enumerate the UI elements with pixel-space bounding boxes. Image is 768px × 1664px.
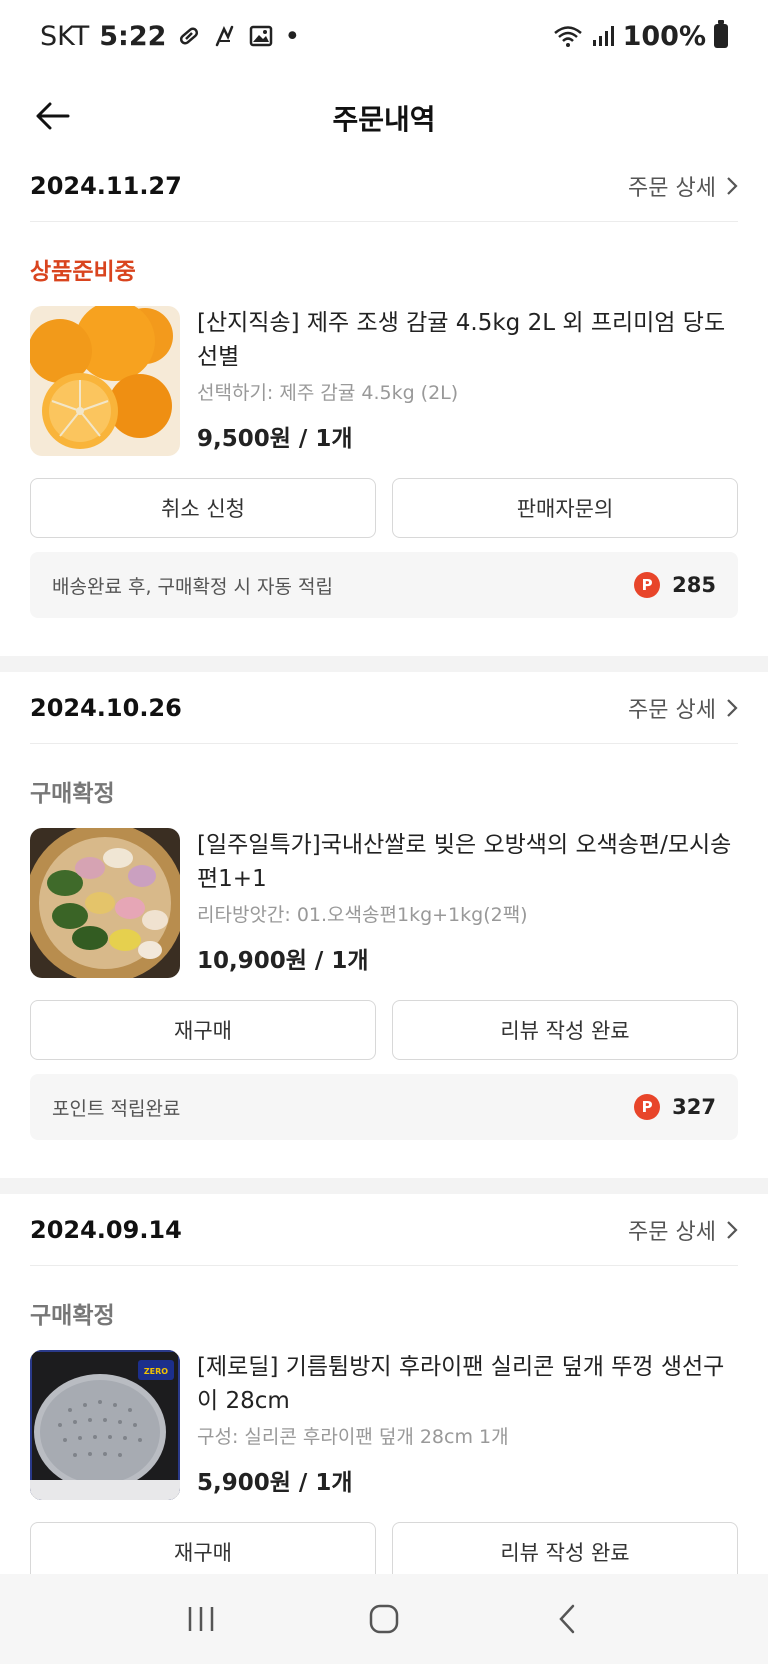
product-option: 선택하기: 제주 감귤 4.5kg (2L) bbox=[197, 382, 459, 404]
home-icon bbox=[369, 1604, 399, 1634]
order-header: 2024.11.27 주문 상세 bbox=[30, 150, 738, 222]
back-button[interactable] bbox=[30, 94, 74, 138]
section-divider bbox=[0, 656, 768, 672]
order-card: 2024.09.14 주문 상세 구매확정 ZERO [제로딜] 기름튐방지 후… bbox=[0, 1194, 768, 1582]
home-button[interactable] bbox=[354, 1589, 414, 1649]
order-card: 2024.11.27 주문 상세 상품준비중 [산지직송] 제주 조생 감귤 4… bbox=[0, 150, 768, 656]
product-option: 구성: 실리콘 후라이팬 덮개 28cm 1개 bbox=[197, 1426, 509, 1448]
tangerine-image bbox=[30, 306, 180, 456]
order-date: 2024.10.26 bbox=[30, 693, 182, 722]
status-right: 100% bbox=[553, 20, 728, 52]
product-option: 리타방앗간: 01.오색송편1kg+1kg(2팩) bbox=[197, 904, 528, 926]
order-list: 2024.11.27 주문 상세 상품준비중 [산지직송] 제주 조생 감귤 4… bbox=[0, 150, 768, 1582]
order-status: 상품준비중 bbox=[30, 259, 136, 285]
back-icon bbox=[558, 1604, 574, 1634]
product-thumbnail-tangerine[interactable] bbox=[30, 306, 180, 456]
status-left: SKT 5:22 • bbox=[40, 21, 300, 52]
image-icon bbox=[250, 25, 273, 47]
order-date: 2024.09.14 bbox=[30, 1215, 182, 1244]
product-thumbnail-pan-cover[interactable]: ZERO bbox=[30, 1350, 180, 1500]
wifi-icon bbox=[553, 26, 582, 47]
chevron-right-icon bbox=[727, 1220, 738, 1239]
product-thumbnail-songpyeon[interactable] bbox=[30, 828, 180, 978]
points-info: 포인트 적립완료 P 327 bbox=[30, 1074, 738, 1140]
battery-percent: 100% bbox=[622, 20, 706, 52]
order-date: 2024.11.27 bbox=[30, 171, 182, 200]
order-actions: 취소 신청 판매자문의 bbox=[30, 478, 738, 538]
point-badge-icon: P bbox=[634, 572, 661, 598]
points-text: 배송완료 후, 구매확정 시 자동 적립 bbox=[52, 575, 333, 598]
product-info: [제로딜] 기름튐방지 후라이팬 실리콘 덮개 뚜껑 생선구이 28cm 구성:… bbox=[197, 1350, 738, 1500]
order-header: 2024.09.14 주문 상세 bbox=[30, 1194, 738, 1266]
order-status: 구매확정 bbox=[30, 1303, 115, 1329]
order-actions: 재구매 리뷰 작성 완료 bbox=[30, 1000, 738, 1060]
seller-inquiry-button[interactable]: 판매자문의 bbox=[392, 478, 738, 538]
order-detail-link[interactable]: 주문 상세 bbox=[628, 1214, 738, 1246]
status-bar: SKT 5:22 • 100% bbox=[0, 0, 768, 72]
points-amount: P 327 bbox=[634, 1094, 716, 1120]
carrier-label: SKT bbox=[40, 20, 90, 52]
review-done-button[interactable]: 리뷰 작성 완료 bbox=[392, 1000, 738, 1060]
points-text: 포인트 적립완료 bbox=[52, 1097, 181, 1120]
section-divider bbox=[0, 1178, 768, 1194]
songpyeon-image bbox=[30, 828, 180, 978]
points-value: 285 bbox=[672, 573, 716, 597]
order-actions: 재구매 리뷰 작성 완료 bbox=[30, 1522, 738, 1582]
order-detail-link[interactable]: 주문 상세 bbox=[628, 170, 738, 202]
product-info: [산지직송] 제주 조생 감귤 4.5kg 2L 외 프리미엄 당도 선별 선택… bbox=[197, 306, 738, 456]
product-name[interactable]: [산지직송] 제주 조생 감귤 4.5kg 2L 외 프리미엄 당도 선별 bbox=[197, 306, 738, 374]
order-detail-label: 주문 상세 bbox=[628, 697, 716, 723]
product-name[interactable]: [제로딜] 기름튐방지 후라이팬 실리콘 덮개 뚜껑 생선구이 28cm bbox=[197, 1350, 738, 1418]
system-nav-bar bbox=[0, 1574, 768, 1664]
product-price: 5,900원 / 1개 bbox=[197, 1470, 353, 1496]
order-detail-link[interactable]: 주문 상세 bbox=[628, 692, 738, 724]
point-badge-icon: P bbox=[634, 1094, 661, 1120]
recent-apps-icon bbox=[189, 1607, 214, 1631]
recent-apps-button[interactable] bbox=[171, 1589, 231, 1649]
points-amount: P 285 bbox=[634, 572, 716, 598]
reorder-button[interactable]: 재구매 bbox=[30, 1522, 376, 1582]
product-row[interactable]: ZERO [제로딜] 기름튐방지 후라이팬 실리콘 덮개 뚜껑 생선구이 28c… bbox=[30, 1350, 738, 1500]
page-title: 주문내역 bbox=[332, 103, 436, 136]
points-info: 배송완료 후, 구매확정 시 자동 적립 P 285 bbox=[30, 552, 738, 618]
battery-icon bbox=[714, 20, 728, 48]
order-status: 구매확정 bbox=[30, 781, 115, 807]
points-value: 327 bbox=[672, 1095, 716, 1119]
order-card: 2024.10.26 주문 상세 구매확정 [일주일특가]국내산쌀로 빚은 오방… bbox=[0, 672, 768, 1178]
product-price: 10,900원 / 1개 bbox=[197, 948, 369, 974]
clock: 5:22 bbox=[99, 20, 167, 52]
cancel-request-button[interactable]: 취소 신청 bbox=[30, 478, 376, 538]
product-row[interactable]: [산지직송] 제주 조생 감귤 4.5kg 2L 외 프리미엄 당도 선별 선택… bbox=[30, 306, 738, 456]
pill-icon bbox=[180, 27, 199, 45]
chevron-right-icon bbox=[727, 698, 738, 717]
product-info: [일주일특가]국내산쌀로 빚은 오방색의 오색송편/모시송편1+1 리타방앗간:… bbox=[197, 828, 738, 978]
signal-icon bbox=[592, 26, 614, 46]
product-row[interactable]: [일주일특가]국내산쌀로 빚은 오방색의 오색송편/모시송편1+1 리타방앗간:… bbox=[30, 828, 738, 978]
svg-text:ZERO: ZERO bbox=[144, 1367, 168, 1376]
gesture-icon bbox=[216, 25, 234, 47]
product-price: 9,500원 / 1개 bbox=[197, 426, 353, 452]
product-name[interactable]: [일주일특가]국내산쌀로 빚은 오방색의 오색송편/모시송편1+1 bbox=[197, 828, 738, 896]
order-detail-label: 주문 상세 bbox=[628, 175, 716, 201]
arrow-left-icon bbox=[36, 102, 70, 130]
nav-back-button[interactable] bbox=[537, 1589, 597, 1649]
reorder-button[interactable]: 재구매 bbox=[30, 1000, 376, 1060]
order-detail-label: 주문 상세 bbox=[628, 1219, 716, 1245]
pan-cover-image: ZERO bbox=[30, 1350, 180, 1500]
order-header: 2024.10.26 주문 상세 bbox=[30, 672, 738, 744]
notification-dot: • bbox=[284, 20, 301, 52]
review-done-button[interactable]: 리뷰 작성 완료 bbox=[392, 1522, 738, 1582]
chevron-right-icon bbox=[727, 176, 738, 195]
